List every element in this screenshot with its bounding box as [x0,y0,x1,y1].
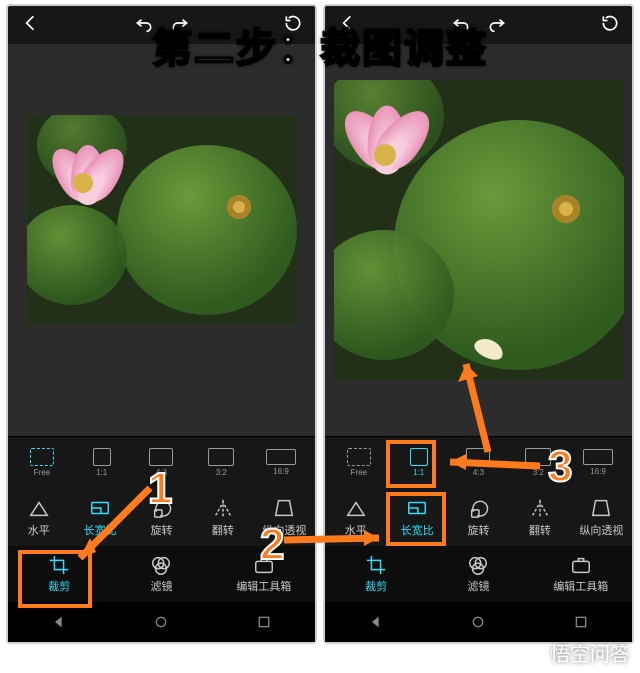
watermark-text: 悟空问答 [550,638,630,667]
tool-rotate[interactable]: 旋转 [131,497,192,538]
tab-toolbox[interactable]: 编辑工具箱 [530,554,632,594]
nav-home-icon[interactable] [153,614,169,630]
nav-recent-icon[interactable] [256,614,272,630]
ratio-16-9[interactable]: 16:9 [260,449,302,476]
ratio-1-1[interactable]: 1:1 [81,448,123,477]
tool-level[interactable]: 水平 [8,497,69,538]
tab-toolbox[interactable]: 编辑工具箱 [213,554,315,594]
tab-crop[interactable]: 裁剪 [8,554,110,594]
tool-strip: 水平 长宽比 旋转 翻转 纵向透视 [325,488,632,546]
back-icon[interactable] [337,13,357,38]
ratio-1-1[interactable]: 1:1 [398,448,440,477]
watermark: 悟空问答 [514,638,630,667]
android-navbar [325,602,632,642]
nav-back-icon[interactable] [51,614,67,630]
screenshot-right: Free 1:1 4:3 3:2 16:9 水平 长宽比 旋转 翻转 纵向透视 … [323,4,634,644]
reset-icon[interactable] [283,13,303,38]
aspect-ratio-strip: Free 1:1 4:3 3:2 16:9 [325,436,632,488]
redo-icon[interactable] [170,13,190,38]
undo-icon[interactable] [451,13,471,38]
bottom-tabs: 裁剪 滤镜 编辑工具箱 [325,546,632,602]
watermark-logo-icon [514,642,544,664]
ratio-3-2[interactable]: 3:2 [200,448,242,477]
back-icon[interactable] [20,13,40,38]
top-bar [325,6,632,44]
photo-preview[interactable] [27,115,297,325]
tool-perspective[interactable]: 纵向透视 [571,497,632,538]
ratio-4-3[interactable]: 4:3 [140,448,182,477]
nav-home-icon[interactable] [470,614,486,630]
ratio-16-9[interactable]: 16:9 [577,449,619,476]
tool-rotate[interactable]: 旋转 [448,497,509,538]
photo-preview[interactable] [334,80,624,380]
tool-level[interactable]: 水平 [325,497,386,538]
tab-filter[interactable]: 滤镜 [427,554,529,594]
tool-strip: 水平 长宽比 旋转 翻转 纵向透视 [8,488,315,546]
redo-icon[interactable] [487,13,507,38]
aspect-ratio-strip: Free 1:1 4:3 3:2 16:9 [8,436,315,488]
ratio-free[interactable]: Free [21,448,63,477]
tool-flip[interactable]: 翻转 [192,497,253,538]
bottom-tabs: 裁剪 滤镜 编辑工具箱 [8,546,315,602]
android-navbar [8,602,315,642]
tab-crop[interactable]: 裁剪 [325,554,427,594]
nav-recent-icon[interactable] [573,614,589,630]
tool-aspect-ratio[interactable]: 长宽比 [386,497,447,538]
undo-icon[interactable] [134,13,154,38]
ratio-4-3[interactable]: 4:3 [457,448,499,477]
nav-back-icon[interactable] [368,614,384,630]
image-stage[interactable] [325,44,632,436]
ratio-3-2[interactable]: 3:2 [517,448,559,477]
screenshot-left: Free 1:1 4:3 3:2 16:9 水平 长宽比 旋转 翻转 纵向透视 … [6,4,317,644]
tab-filter[interactable]: 滤镜 [110,554,212,594]
tool-aspect-ratio[interactable]: 长宽比 [69,497,130,538]
image-stage[interactable] [8,44,315,436]
ratio-free[interactable]: Free [338,448,380,477]
tool-perspective[interactable]: 纵向透视 [254,497,315,538]
tool-flip[interactable]: 翻转 [509,497,570,538]
reset-icon[interactable] [600,13,620,38]
top-bar [8,6,315,44]
